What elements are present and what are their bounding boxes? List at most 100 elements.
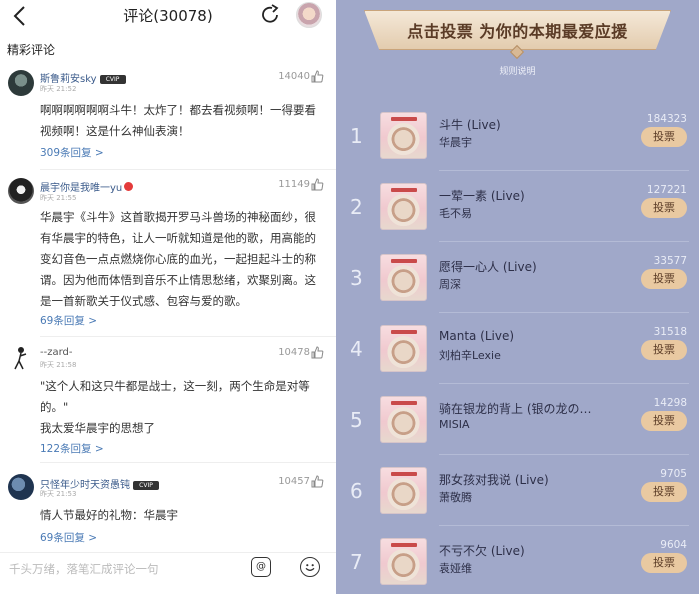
song-artist: 毛不易 <box>439 207 472 220</box>
reply-link[interactable]: 69条回复 > <box>40 530 97 545</box>
screen: 评论(30078) 精彩评论 斯鲁莉安sky CVIP 昨天 21:52 1404… <box>0 0 699 594</box>
thumbs-up-icon[interactable] <box>311 178 324 191</box>
vote-button[interactable]: 投票 <box>641 340 687 360</box>
logo <box>391 330 417 334</box>
comment-text: 啊啊啊啊啊啊斗牛！太炸了！都去看视频啊！一得要看视频啊！这是什么神仙表演！ <box>40 103 316 138</box>
comment-item: 只怪年少时天资愚钝 CVIP 昨天 21:53 10457 情人节最好的礼物：华晨… <box>0 472 336 550</box>
song-row[interactable]: 7 不亏不欠 (Live) 袁娅维 9604 投票 <box>336 532 699 594</box>
song-artist: 萧敬腾 <box>439 491 472 504</box>
thumbs-up-icon[interactable] <box>311 70 324 83</box>
song-title: 不亏不欠 (Live) <box>439 544 525 558</box>
vote-button[interactable]: 投票 <box>641 269 687 289</box>
logo <box>391 401 417 405</box>
vote-button[interactable]: 投票 <box>641 127 687 147</box>
vote-button[interactable]: 投票 <box>641 198 687 218</box>
logo <box>391 543 417 547</box>
comment-input[interactable]: 千头万绪，落笔汇成评论一句 <box>9 561 159 577</box>
avatar[interactable] <box>8 345 34 371</box>
comment-item: 斯鲁莉安sky CVIP 昨天 21:52 14040 啊啊啊啊啊啊斗牛！太炸了！… <box>0 66 336 164</box>
vote-count: 184323 <box>646 113 687 125</box>
avatar[interactable] <box>8 70 34 96</box>
comment-time: 昨天 21:53 <box>40 490 77 498</box>
comment-input-bar: 千头万绪，落笔汇成评论一句 @ <box>0 552 336 594</box>
comment-item: --zard- 昨天 21:58 10478 "这个人和这只牛都是战士，这一刻，… <box>0 343 336 459</box>
divider <box>439 454 689 455</box>
song-row[interactable]: 3 愿得一心人 (Live) 周深 33577 投票 <box>336 248 699 319</box>
emoji-icon[interactable] <box>300 557 320 577</box>
share-icon[interactable] <box>260 4 282 26</box>
rules-link[interactable]: 规则说明 <box>336 64 699 77</box>
divider <box>439 312 689 313</box>
top-bar: 评论(30078) <box>0 0 336 34</box>
comments-panel: 评论(30078) 精彩评论 斯鲁莉安sky CVIP 昨天 21:52 1404… <box>0 0 336 594</box>
logo <box>391 472 417 476</box>
divider <box>439 170 689 171</box>
song-title: 斗牛 (Live) <box>439 118 501 132</box>
vote-button[interactable]: 投票 <box>641 482 687 502</box>
vote-button[interactable]: 投票 <box>641 553 687 573</box>
song-rank: 4 <box>350 337 363 361</box>
album-cover <box>380 467 427 514</box>
song-rank: 6 <box>350 479 363 503</box>
comment-author[interactable]: 晨宇你是我唯一yu <box>40 179 134 194</box>
like-count: 10457 <box>278 476 310 487</box>
reply-link[interactable]: 69条回复 > <box>40 313 97 328</box>
logo <box>391 259 417 263</box>
album-cover <box>380 538 427 585</box>
song-title: 骑在银龙的背上 (银の龙の… <box>439 402 592 416</box>
user-avatar[interactable] <box>296 2 322 28</box>
divider <box>40 169 336 170</box>
song-artist: 袁娅维 <box>439 562 472 575</box>
thumbs-up-icon[interactable] <box>311 475 324 488</box>
song-rank: 2 <box>350 195 363 219</box>
song-title: 一荤一素 (Live) <box>439 189 525 203</box>
reply-link[interactable]: 122条回复 > <box>40 441 104 456</box>
song-row[interactable]: 5 骑在银龙的背上 (银の龙の… MISIA 14298 投票 <box>336 390 699 461</box>
song-rank: 3 <box>350 266 363 290</box>
page-title: 评论(30078) <box>123 7 213 25</box>
like-count: 11149 <box>278 179 310 190</box>
vip-badge: CVIP <box>133 481 159 490</box>
song-row[interactable]: 1 斗牛 (Live) 华晨宇 184323 投票 <box>336 106 699 177</box>
song-artist: 刘柏辛Lexie <box>439 349 501 362</box>
vote-button[interactable]: 投票 <box>641 411 687 431</box>
avatar[interactable] <box>8 178 34 204</box>
song-rank: 5 <box>350 408 363 432</box>
song-artist: 周深 <box>439 278 461 291</box>
logo <box>391 188 417 192</box>
thumbs-up-icon[interactable] <box>311 346 324 359</box>
comment-time: 昨天 21:58 <box>40 361 77 369</box>
song-row[interactable]: 2 一荤一素 (Live) 毛不易 127221 投票 <box>336 177 699 248</box>
song-rank: 1 <box>350 124 363 148</box>
comment-text: "这个人和这只牛都是战士，这一刻，两个生命是对等的。" 我太爱华晨宇的思想了 <box>40 379 310 435</box>
album-cover <box>380 396 427 443</box>
divider <box>439 241 689 242</box>
logo <box>391 117 417 121</box>
song-title: Manta (Live) <box>439 329 515 343</box>
comment-text: 情人节最好的礼物：华晨宇 <box>40 508 178 522</box>
vip-badge: CVIP <box>99 75 126 84</box>
vote-count: 14298 <box>653 397 687 409</box>
comment-time: 昨天 21:55 <box>40 194 77 202</box>
song-rank: 7 <box>350 550 363 574</box>
comment-author-name[interactable]: --zard- <box>40 347 73 358</box>
avatar[interactable] <box>8 474 34 500</box>
album-cover <box>380 183 427 230</box>
comment-text: 华晨宇《斗牛》这首歌揭开罗马斗兽场的神秘面纱，很有华晨宇的特色，让人一听就知道是… <box>40 210 316 308</box>
comment-author[interactable]: 斯鲁莉安sky CVIP <box>40 70 126 85</box>
reply-link[interactable]: 309条回复 > <box>40 145 104 160</box>
song-row[interactable]: 6 那女孩对我说 (Live) 萧敬腾 9705 投票 <box>336 461 699 532</box>
divider <box>439 525 689 526</box>
song-title: 愿得一心人 (Live) <box>439 260 537 274</box>
section-title: 精彩评论 <box>7 43 56 57</box>
divider <box>40 462 336 463</box>
vote-count: 9604 <box>660 539 687 551</box>
album-cover <box>380 254 427 301</box>
mention-icon[interactable]: @ <box>251 557 271 577</box>
song-artist: MISIA <box>439 418 470 431</box>
badge-icon <box>124 182 134 191</box>
song-row[interactable]: 4 Manta (Live) 刘柏辛Lexie 31518 投票 <box>336 319 699 390</box>
vote-count: 127221 <box>646 184 687 196</box>
album-cover <box>380 325 427 372</box>
divider <box>439 383 689 384</box>
